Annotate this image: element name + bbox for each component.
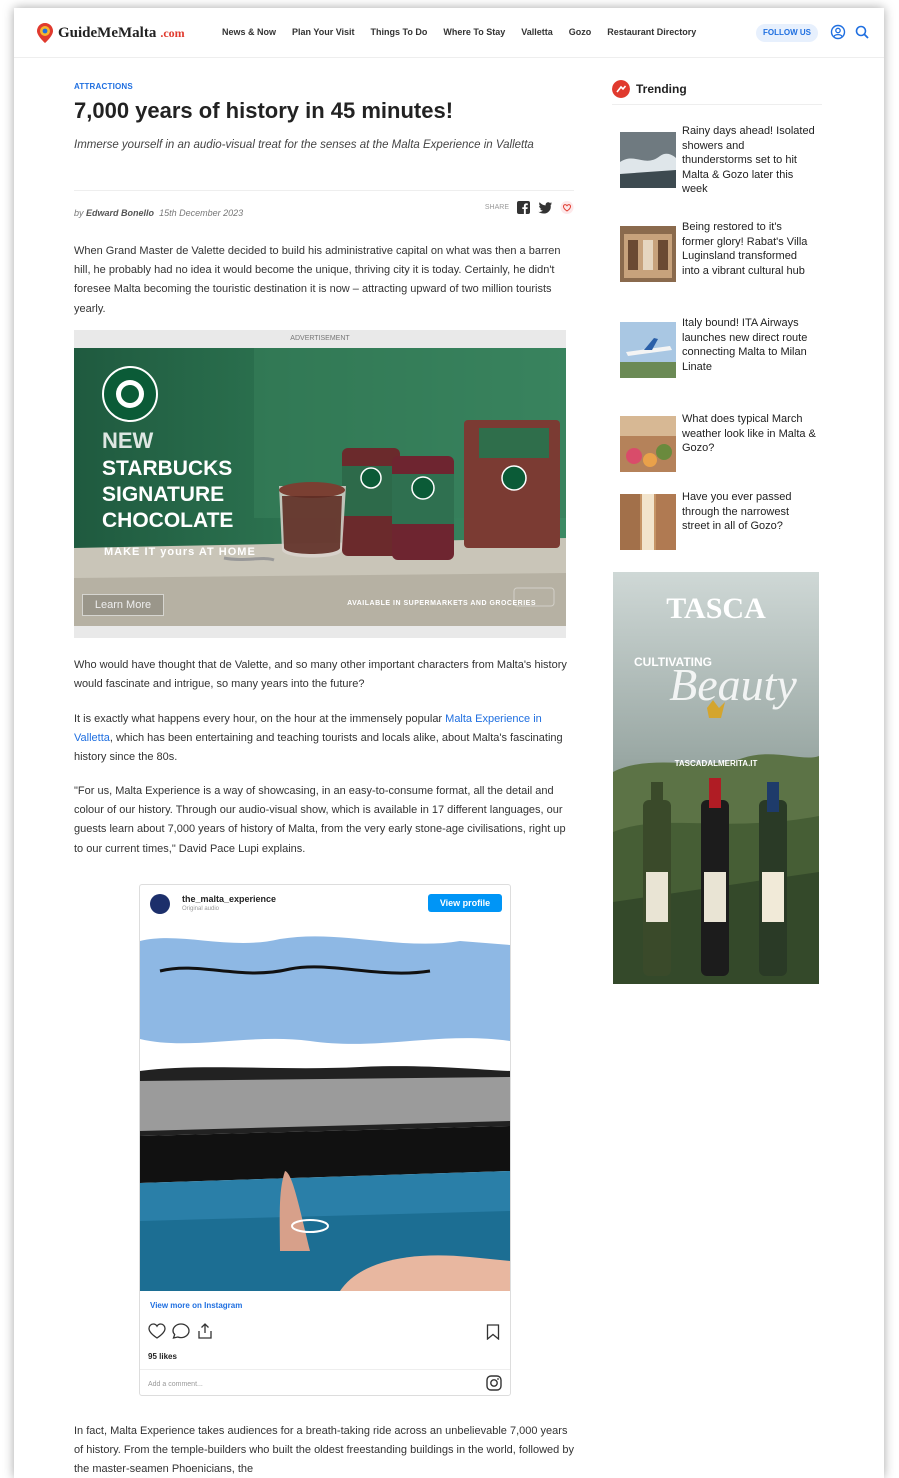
share-bar: SHARE	[485, 201, 574, 214]
map-pin-icon	[37, 23, 53, 43]
ad-availability: AVAILABLE IN SUPERMARKETS AND GROCERIES	[347, 600, 536, 607]
like-heart-icon[interactable]	[148, 1323, 166, 1339]
comment-icon[interactable]	[172, 1323, 190, 1339]
paragraph-2: Who would have thought that de Valette, …	[74, 659, 567, 691]
instagram-post-artwork	[140, 921, 510, 1291]
ad-label: ADVERTISEMENT	[290, 335, 350, 342]
share-label: SHARE	[484, 204, 509, 211]
paragraph-5: In fact, Malta Experience takes audience…	[74, 1425, 574, 1476]
follow-us-button[interactable]: FOLLOW US	[756, 24, 818, 42]
view-profile-button[interactable]: View profile	[428, 894, 502, 912]
instagram-embed: the_malta_experience Original audio View…	[139, 884, 511, 1396]
share-icon[interactable]	[196, 1323, 214, 1339]
instagram-audio: Original audio	[182, 906, 220, 912]
article-category[interactable]: ATTRACTIONS	[74, 82, 574, 91]
trending-thumbnail[interactable]	[620, 226, 676, 282]
trending-item[interactable]: Have you ever passed through the narrowe…	[620, 490, 820, 560]
paragraph-3: It is exactly what happens every hour, o…	[74, 710, 574, 768]
author-name[interactable]: Edward Bonello	[86, 208, 154, 218]
instagram-post-image[interactable]	[140, 921, 510, 1291]
page-frame: GuideMeMalta .com News & Now Plan Your V…	[14, 8, 884, 1478]
ad-learn-more-button[interactable]: Learn More	[82, 594, 164, 616]
trending-thumb-flowers	[620, 416, 676, 472]
starbucks-ad-image[interactable]: NEW STARBUCKS SIGNATURE CHOCOLATE MAKE I…	[74, 348, 566, 626]
trending-icon	[612, 80, 630, 98]
ad-new-text: NEW	[102, 428, 154, 453]
nav-where-to-stay[interactable]: Where To Stay	[443, 27, 505, 37]
byline-row: by Edward Bonello 15th December 2023 SHA…	[74, 190, 574, 218]
tasca-ad-artwork: TASCA CULTIVATING Beauty TASCADALMERITA.…	[613, 572, 819, 984]
trending-thumbnail[interactable]	[620, 416, 676, 472]
trending-item[interactable]: What does typical March weather look lik…	[620, 412, 820, 482]
bookmark-icon[interactable]	[486, 1324, 500, 1340]
paragraph-quote: "For us, Malta Experience is a way of sh…	[74, 785, 566, 855]
ad-brand-text: STARBUCKS SIGNATURE CHOCOLATE	[102, 456, 233, 534]
paragraph-3-before: It is exactly what happens every hour, o…	[74, 713, 446, 725]
advertisement-starbucks[interactable]: ADVERTISEMENT NEW STARBUCKS SIGNATURE CH…	[74, 330, 566, 638]
facebook-icon[interactable]	[517, 201, 530, 214]
trending-thumb-storm	[620, 132, 676, 188]
nav-restaurant-directory[interactable]: Restaurant Directory	[607, 27, 696, 37]
paragraph-intro: When Grand Master de Valette decided to …	[74, 245, 561, 315]
instagram-header: the_malta_experience Original audio View…	[140, 885, 510, 921]
trending-item-title[interactable]: What does typical March weather look lik…	[682, 412, 816, 456]
add-comment-input[interactable]: Add a comment...	[148, 1381, 203, 1388]
trending-thumb-street	[620, 494, 676, 550]
tasca-url: TASCADALMERITA.IT	[675, 759, 758, 768]
article-subtitle: Immerse yourself in an audio-visual trea…	[74, 139, 534, 151]
trending-item-title[interactable]: Have you ever passed through the narrowe…	[682, 490, 816, 534]
user-circle-icon[interactable]	[830, 24, 846, 40]
trending-thumbnail[interactable]	[620, 322, 676, 378]
tasca-brand: TASCA	[666, 592, 766, 625]
view-more-on-instagram-link[interactable]: View more on Instagram	[150, 1301, 242, 1310]
trending-thumbnail[interactable]	[620, 494, 676, 550]
byline-prefix: by	[74, 208, 84, 218]
ad-brand-line-3: CHOCOLATE	[102, 509, 234, 532]
main-nav: News & Now Plan Your Visit Things To Do …	[222, 27, 696, 37]
twitter-icon[interactable]	[538, 201, 552, 214]
instagram-divider	[140, 1369, 510, 1370]
nav-plan-your-visit[interactable]: Plan Your Visit	[292, 27, 355, 37]
trending-item-title[interactable]: Being restored to it's former glory! Rab…	[682, 220, 816, 278]
nav-things-to-do[interactable]: Things To Do	[371, 27, 428, 37]
logo-name: GuideMeMalta	[58, 24, 157, 41]
sidebar: Trending Rainy days ahead! Isolated show…	[612, 80, 822, 550]
nav-gozo[interactable]: Gozo	[569, 27, 592, 37]
avatar[interactable]	[150, 894, 170, 914]
instagram-actions	[148, 1323, 214, 1339]
advertisement-tasca[interactable]: TASCA CULTIVATING Beauty TASCADALMERITA.…	[613, 572, 819, 984]
ad-brand-line-1: STARBUCKS	[102, 457, 233, 480]
trending-title: Trending	[636, 82, 687, 96]
trending-thumb-villa	[620, 226, 676, 282]
site-header: GuideMeMalta .com News & Now Plan Your V…	[14, 8, 884, 58]
nav-valletta[interactable]: Valletta	[521, 27, 553, 37]
trending-item-title[interactable]: Italy bound! ITA Airways launches new di…	[682, 316, 816, 374]
site-logo[interactable]: GuideMeMalta .com	[36, 22, 185, 44]
ad-brand-line-2: SIGNATURE	[102, 483, 225, 506]
article: ATTRACTIONS 7,000 years of history in 45…	[74, 82, 574, 1475]
trending-thumb-plane	[620, 322, 676, 378]
nav-news-now[interactable]: News & Now	[222, 27, 276, 37]
heart-icon[interactable]	[560, 201, 574, 214]
trending-item[interactable]: Rainy days ahead! Isolated showers and t…	[620, 124, 820, 197]
trending-thumbnail[interactable]	[620, 132, 676, 188]
trending-item-title[interactable]: Rainy days ahead! Isolated showers and t…	[682, 124, 816, 197]
article-title: 7,000 years of history in 45 minutes!	[74, 98, 454, 123]
trending-item[interactable]: Being restored to it's former glory! Rab…	[620, 220, 820, 290]
byline: by Edward Bonello 15th December 2023	[74, 208, 243, 218]
trending-header: Trending	[612, 80, 822, 98]
search-icon[interactable]	[854, 24, 870, 40]
tasca-beauty: Beauty	[669, 659, 797, 710]
instagram-icon[interactable]	[486, 1375, 502, 1391]
publish-date: 15th December 2023	[159, 208, 244, 218]
trending-item[interactable]: Italy bound! ITA Airways launches new di…	[620, 316, 820, 386]
trending-divider	[612, 104, 822, 105]
instagram-username[interactable]: the_malta_experience	[182, 894, 276, 904]
ad-tagline: MAKE IT yours AT HOME	[104, 546, 256, 558]
instagram-likes: 95 likes	[148, 1352, 177, 1361]
paragraph-3-after: , which has been entertaining and teachi…	[74, 732, 563, 764]
logo-tld: .com	[160, 25, 185, 40]
